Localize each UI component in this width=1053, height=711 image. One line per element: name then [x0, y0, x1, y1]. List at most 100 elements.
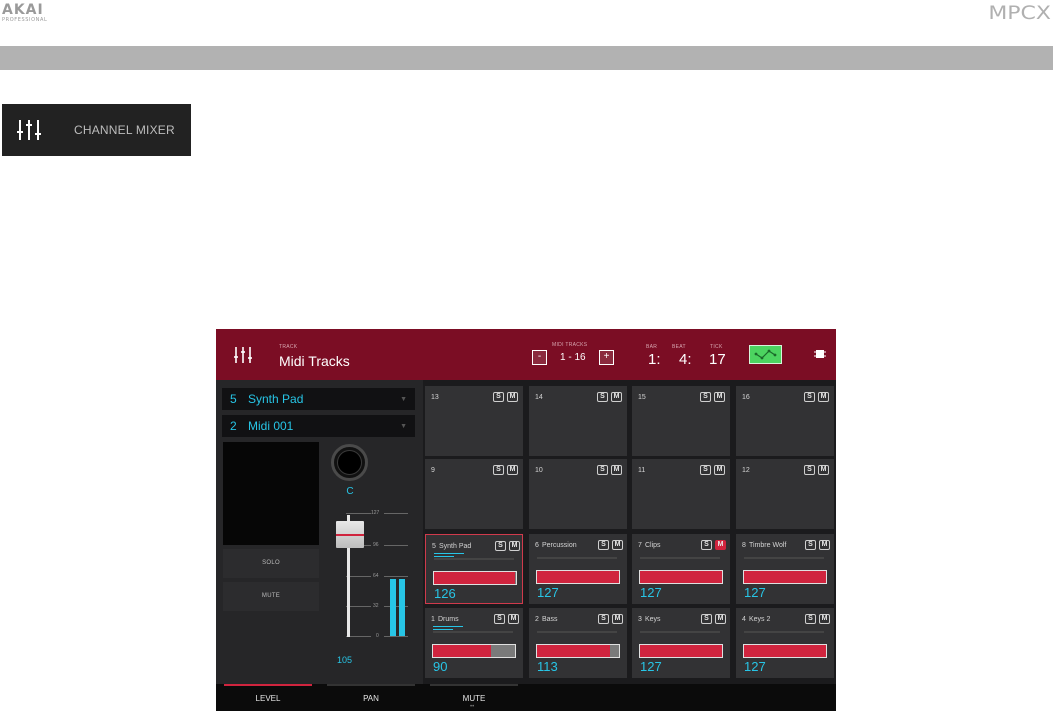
track-pad[interactable]: 5 Synth Pad S M 126 — [425, 534, 523, 604]
pad-track-name-text: Keys 2 — [749, 616, 771, 623]
pad-mute-button[interactable]: M — [509, 541, 520, 551]
pad-level-value: 126 — [434, 586, 456, 601]
scale-tick — [384, 545, 408, 546]
track-pad[interactable]: 3 Keys S M 127 — [632, 608, 730, 678]
pad-level-bar[interactable] — [743, 644, 827, 658]
track-pad[interactable]: 12 S M — [736, 459, 834, 529]
pad-solo-button[interactable]: S — [598, 614, 609, 624]
mute-button[interactable]: MUTE — [223, 582, 319, 611]
pad-solo-button[interactable]: S — [493, 392, 504, 402]
pad-solo-button[interactable]: S — [804, 465, 815, 475]
beat-value[interactable]: 4: — [679, 351, 692, 368]
track-pad[interactable]: 1 Drums S M 90 — [425, 608, 523, 678]
pad-level-bar[interactable] — [639, 644, 723, 658]
pad-solo-button[interactable]: S — [597, 465, 608, 475]
pad-track-name-text: Keys — [645, 616, 661, 623]
mixer-icon[interactable] — [232, 344, 254, 366]
pad-solo-button[interactable]: S — [805, 540, 816, 550]
tab-pan[interactable]: PAN — [327, 684, 415, 711]
track-pad[interactable]: 11 S M — [632, 459, 730, 529]
track-pad[interactable]: 10 S M — [529, 459, 627, 529]
insert-display — [223, 442, 319, 545]
program-selector[interactable]: 2 Midi 001 ▼ — [222, 415, 415, 437]
pad-separator — [434, 558, 514, 560]
pad-level-bar[interactable] — [639, 570, 723, 584]
pad-mute-button[interactable]: M — [714, 465, 725, 475]
pad-solo-button[interactable]: S — [598, 540, 609, 550]
akai-wordmark: AKAI — [2, 2, 44, 18]
pad-solo-button[interactable]: S — [700, 465, 711, 475]
track-pad[interactable]: 16 S M — [736, 386, 834, 456]
section-bar — [0, 46, 1053, 70]
pad-mute-button[interactable]: M — [611, 392, 622, 402]
pad-level-bar[interactable] — [536, 644, 620, 658]
pad-mute-button[interactable]: M — [715, 614, 726, 624]
pad-track-name: 11 — [638, 467, 646, 474]
pad-mute-button[interactable]: M — [714, 392, 725, 402]
pad-mute-button[interactable]: M — [715, 540, 726, 550]
pad-solo-button[interactable]: S — [494, 614, 505, 624]
pad-level-bar[interactable] — [432, 644, 516, 658]
track-pad[interactable]: 4 Keys 2 S M 127 — [736, 608, 834, 678]
pad-solo-button[interactable]: S — [701, 614, 712, 624]
pad-track-name: 6 — [535, 542, 539, 549]
level-meter-left — [390, 579, 396, 636]
pad-track-name: 7 — [638, 542, 642, 549]
track-pad[interactable]: 14 S M — [529, 386, 627, 456]
scale-label: 32 — [373, 603, 379, 609]
pad-solo-button[interactable]: S — [805, 614, 816, 624]
sync-icon — [754, 349, 777, 360]
activity-indicator — [433, 626, 463, 627]
pad-mute-button[interactable]: M — [819, 614, 830, 624]
pad-mute-button[interactable]: M — [507, 392, 518, 402]
pad-solo-button[interactable]: S — [700, 392, 711, 402]
track-pad[interactable]: 2 Bass S M 113 — [529, 608, 627, 678]
level-meter-right — [399, 579, 405, 636]
pad-level-fill — [640, 645, 722, 657]
pad-track-name: 2 — [535, 616, 539, 623]
tab-level[interactable]: LEVEL — [224, 684, 312, 711]
track-selector[interactable]: 5 Synth Pad ▼ — [222, 388, 415, 410]
chip-icon[interactable] — [814, 348, 826, 360]
pad-solo-button[interactable]: S — [701, 540, 712, 550]
track-pad[interactable]: 8 Timbre Wolf S M 127 — [736, 534, 834, 604]
pad-mute-button[interactable]: M — [818, 465, 829, 475]
range-plus-button[interactable]: + — [599, 350, 614, 365]
track-selector-name: Synth Pad — [248, 392, 304, 406]
solo-button[interactable]: SOLO — [223, 549, 319, 578]
pad-mute-button[interactable]: M — [507, 465, 518, 475]
sync-button[interactable] — [749, 345, 782, 364]
pad-solo-button[interactable]: S — [493, 465, 504, 475]
range-minus-button[interactable]: - — [532, 350, 547, 365]
pad-solo-button[interactable]: S — [495, 541, 506, 551]
tab-dots-icon: •• — [470, 704, 475, 710]
pad-level-bar[interactable] — [536, 570, 620, 584]
tick-value[interactable]: 17 — [709, 351, 726, 368]
track-pad[interactable]: 15 S M — [632, 386, 730, 456]
pad-mute-button[interactable]: M — [818, 392, 829, 402]
track-name[interactable]: Midi Tracks — [279, 353, 350, 369]
track-pad[interactable]: 13 S M — [425, 386, 523, 456]
activity-indicator — [434, 553, 464, 554]
track-pad[interactable]: 6 Percussion S M 127 — [529, 534, 627, 604]
program-number: 2 — [230, 419, 237, 433]
pad-track-name: 1 — [431, 616, 435, 623]
pad-solo-button[interactable]: S — [804, 392, 815, 402]
pad-mute-button[interactable]: M — [819, 540, 830, 550]
pad-level-value: 127 — [640, 659, 662, 674]
track-pad[interactable]: 9 SM — [425, 459, 523, 529]
pad-track-name-text: Bass — [542, 616, 558, 623]
pad-mute-button[interactable]: M — [508, 614, 519, 624]
pad-level-bar[interactable] — [433, 571, 517, 585]
pad-mute-button[interactable]: M — [612, 540, 623, 550]
pad-mute-button[interactable]: M — [612, 614, 623, 624]
scale-label: 96 — [373, 542, 379, 548]
manual-page: AKAI PROFESSIONAL MPCX CHANNEL MIXER TRA… — [0, 0, 1053, 711]
pad-solo-button[interactable]: S — [597, 392, 608, 402]
track-pad[interactable]: 7 Clips S M 127 — [632, 534, 730, 604]
pad-track-name: 15 — [638, 394, 646, 401]
fader-level-value: 105 — [337, 655, 353, 665]
pad-mute-button[interactable]: M — [611, 465, 622, 475]
bar-value[interactable]: 1: — [648, 351, 661, 368]
pad-level-bar[interactable] — [743, 570, 827, 584]
